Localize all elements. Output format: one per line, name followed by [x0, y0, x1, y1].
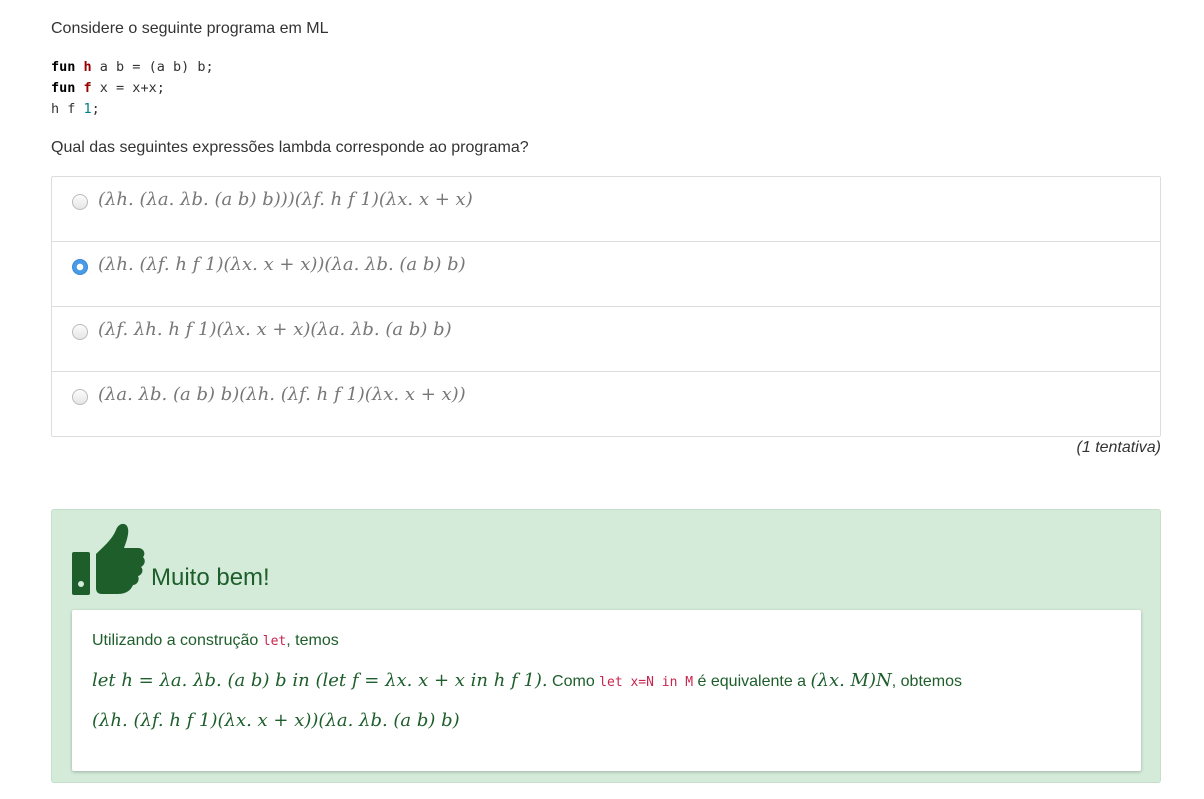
- code-text: a b = (a b) b;: [91, 59, 214, 75]
- feedback-panel: Muito bem! Utilizando a construção let, …: [51, 509, 1161, 783]
- feedback-text: , temos: [286, 632, 339, 649]
- feedback-text: Como: [547, 673, 600, 690]
- ml-code-block: fun h a b = (a b) b; fun f x = x+x; h f …: [51, 57, 214, 120]
- code-text: x = x+x;: [91, 80, 165, 96]
- feedback-title: Muito bem!: [151, 564, 270, 591]
- option-expression[interactable]: (λh. (λa. λb. (a b) b)))(λf. h f 1)(λx. …: [98, 189, 473, 210]
- feedback-line: let h = λa. λb. (a b) b in (let f = λx. …: [92, 670, 962, 691]
- feedback-card: Utilizando a construção let, temos let h…: [72, 610, 1141, 771]
- code-text: h f: [51, 101, 84, 117]
- inline-code: let: [262, 634, 287, 649]
- answer-option[interactable]: (λf. λh. h f 1)(λx. x + x)(λa. λb. (a b)…: [52, 307, 1160, 372]
- code-keyword: fun: [51, 80, 76, 96]
- code-function-name: f: [83, 80, 92, 96]
- code-function-name: h: [83, 59, 92, 75]
- feedback-text: é equivalente a: [693, 673, 811, 690]
- code-number: 1: [83, 101, 92, 117]
- intro-text: Considere o seguinte programa em ML: [51, 20, 329, 37]
- inline-code: let x=N in M: [599, 675, 694, 690]
- code-text: ;: [91, 101, 100, 117]
- radio-button[interactable]: [72, 389, 88, 405]
- question-text: Qual das seguintes expressões lambda cor…: [51, 139, 529, 156]
- code-keyword: fun: [51, 59, 76, 75]
- feedback-line: Utilizando a construção let, temos: [92, 632, 339, 650]
- feedback-text: , obtemos: [891, 673, 963, 690]
- radio-button-selected[interactable]: [72, 259, 88, 275]
- feedback-text: Utilizando a construção: [92, 632, 263, 649]
- attempts-count: (1 tentativa): [1076, 439, 1161, 456]
- answer-option[interactable]: (λh. (λa. λb. (a b) b)))(λf. h f 1)(λx. …: [52, 177, 1160, 242]
- answer-option[interactable]: (λh. (λf. h f 1)(λx. x + x))(λa. λb. (a …: [52, 242, 1160, 307]
- radio-button[interactable]: [72, 324, 88, 340]
- radio-button[interactable]: [72, 194, 88, 210]
- thumbs-up-icon: [72, 523, 145, 595]
- answer-options: (λh. (λa. λb. (a b) b)))(λf. h f 1)(λx. …: [51, 176, 1161, 437]
- math-expression: (λh. (λf. h f 1)(λx. x + x))(λa. λb. (a …: [92, 710, 460, 731]
- option-expression[interactable]: (λf. λh. h f 1)(λx. x + x)(λa. λb. (a b)…: [98, 319, 452, 340]
- math-expression: let h = λa. λb. (a b) b in (let f = λx. …: [92, 670, 548, 691]
- answer-option[interactable]: (λa. λb. (a b) b)(λh. (λf. h f 1)(λx. x …: [52, 372, 1160, 437]
- option-expression[interactable]: (λh. (λf. h f 1)(λx. x + x))(λa. λb. (a …: [98, 254, 466, 275]
- option-expression[interactable]: (λa. λb. (a b) b)(λh. (λf. h f 1)(λx. x …: [98, 384, 466, 405]
- math-expression: (λx. M)N: [810, 670, 892, 691]
